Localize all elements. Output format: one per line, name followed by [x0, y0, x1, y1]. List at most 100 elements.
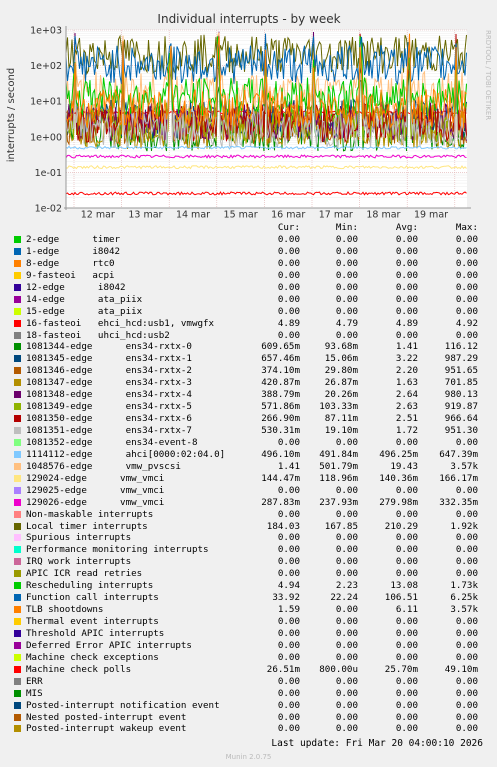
last-update: Last update: Fri Mar 20 04:00:10 2026 — [271, 738, 483, 749]
legend-swatch — [14, 427, 21, 434]
legend-row: 1081351-edge ens34-rxtx-7 530.31m 19.10m 1.… — [0, 425, 497, 437]
legend-avg: 0.00 — [395, 305, 418, 317]
legend-max: 0.00 — [455, 532, 478, 544]
legend-min: 0.00 — [335, 329, 358, 341]
legend-min: 0.00 — [335, 568, 358, 580]
x-tick-label: 19 mar — [414, 210, 448, 221]
legend-row: 1081350-edge ens34-rxtx-6 266.90m 87.11m 2.… — [0, 413, 497, 425]
legend-max: 647.39m — [439, 448, 478, 460]
legend-avg: 0.00 — [395, 627, 418, 639]
legend-swatch — [14, 701, 21, 709]
legend-cur: 4.94 — [277, 580, 300, 592]
legend-cur: 144.47m — [261, 472, 300, 484]
legend-max: 0.00 — [455, 329, 478, 341]
legend-avg: 1.72 — [395, 425, 418, 436]
legend-label: Performance monitoring interrupts — [26, 544, 209, 556]
legend-avg: 4.89 — [395, 317, 418, 329]
legend-max: 0.00 — [455, 269, 478, 281]
legend-cur: 1.41 — [277, 460, 300, 472]
legend-cur: 0.00 — [277, 675, 300, 687]
legend-max: 3.57k — [450, 460, 478, 472]
legend-min: 0.00 — [335, 257, 358, 269]
legend-max: 6.25k — [450, 592, 478, 604]
legend-min: 0.00 — [335, 699, 358, 711]
legend-cur: 0.00 — [277, 234, 300, 245]
legend-min: 0.00 — [335, 675, 358, 687]
legend-min: 0.00 — [335, 651, 358, 663]
legend-min: 29.80m — [324, 365, 358, 377]
legend-avg: 496.25m — [379, 448, 418, 460]
legend-swatch — [14, 629, 21, 637]
legend-row: Deferred Error APIC interrupts 0.00 0.00 0.… — [0, 640, 497, 652]
legend-min: 0.00 — [335, 616, 358, 627]
legend-max: 701.85 — [444, 377, 478, 389]
legend-min: 0.00 — [335, 281, 358, 293]
legend-label: 1081349-edge ens34-rxtx-5 — [26, 401, 192, 413]
header-avg: Avg: — [395, 222, 418, 233]
legend-row: 1081345-edge ens34-rxtx-1 657.46m 15.06m 3.… — [0, 353, 497, 365]
legend-avg: 140.36m — [379, 472, 418, 484]
legend-label: 1081344-edge ens34-rxtx-0 — [26, 341, 192, 353]
legend-min: 237.93m — [319, 496, 358, 508]
legend-avg: 0.00 — [395, 245, 418, 257]
legend-label: Machine check polls — [26, 663, 132, 675]
legend-label: Function call interrupts — [26, 592, 159, 604]
legend-min: 167.85 — [324, 520, 358, 532]
legend-rows: 2-edge timer 0.00 0.00 0.00 0.00 1-edge i8042… — [0, 234, 497, 735]
legend-row: 8-edge rtc0 0.00 0.00 0.00 0.00 — [0, 258, 497, 270]
legend-row: 1114112-edge ahci[0000:02:04.0] 496.10m 49… — [0, 449, 497, 461]
legend-swatch — [14, 534, 21, 542]
legend-row: Spurious interrupts 0.00 0.00 0.00 0.00 — [0, 532, 497, 544]
legend-row: ERR 0.00 0.00 0.00 0.00 — [0, 676, 497, 688]
legend-max: 0.00 — [455, 234, 478, 245]
legend-avg: 19.43 — [390, 460, 418, 472]
legend-cur: 657.46m — [261, 353, 300, 365]
legend-max: 1.92k — [450, 520, 478, 532]
x-tick-label: 14 mar — [176, 210, 210, 221]
legend-avg: 0.00 — [395, 329, 418, 341]
legend-avg: 0.00 — [395, 269, 418, 281]
legend-avg: 3.22 — [395, 353, 418, 365]
legend-swatch — [14, 498, 21, 506]
legend-cur: 0.00 — [277, 245, 300, 257]
legend-cur: 0.00 — [277, 544, 300, 556]
legend-min: 118.96m — [319, 472, 358, 484]
legend-avg: 2.51 — [395, 413, 418, 425]
legend-min: 0.00 — [335, 556, 358, 568]
legend-min: 501.79m — [319, 460, 358, 472]
legend-label: 129025-edge vmw_vmci — [26, 484, 165, 496]
legend-swatch — [14, 403, 21, 411]
legend-label: 1081346-edge ens34-rxtx-2 — [26, 365, 192, 377]
legend-label: MIS — [26, 687, 43, 699]
legend-cur: 0.00 — [277, 257, 300, 269]
legend-label: Rescheduling interrupts — [26, 580, 154, 592]
legend-row: Machine check exceptions 0.00 0.00 0.00 0.00 — [0, 652, 497, 664]
legend-swatch — [14, 618, 21, 625]
legend-label: Spurious interrupts — [26, 532, 132, 544]
legend-max: 0.00 — [455, 627, 478, 639]
legend-label: 16-fasteoi ehci_hcd:usb1, vmwgfx — [26, 317, 215, 329]
legend-min: 0.00 — [335, 687, 358, 699]
legend-min: 87.11m — [324, 413, 358, 425]
legend-cur: 0.00 — [277, 508, 300, 520]
legend-label: 18-fasteoi uhci_hcd:usb2 — [26, 329, 170, 341]
legend-avg: 0.00 — [395, 616, 418, 627]
legend-cur: 0.00 — [277, 639, 300, 651]
legend-row: 1081344-edge ens34-rxtx-0 609.65m 93.68m 1.… — [0, 341, 497, 353]
legend-row: 15-edge ata_piix 0.00 0.00 0.00 0.00 — [0, 306, 497, 318]
y-tick-label: 1e-01 — [35, 168, 62, 179]
legend-swatch — [14, 486, 21, 494]
legend-swatch — [14, 474, 21, 482]
legend-row: 1081348-edge ens34-rxtx-4 388.79m 20.26m 2.… — [0, 389, 497, 401]
legend-cur: 0.00 — [277, 556, 300, 568]
legend-cur: 420.87m — [261, 377, 300, 389]
legend-row: 1081347-edge ens34-rxtx-3 420.87m 26.87m 1.… — [0, 377, 497, 389]
legend-label: Posted-interrupt notification event — [26, 699, 220, 711]
legend-min: 0.00 — [335, 269, 358, 281]
legend-max: 0.00 — [455, 281, 478, 293]
legend-min: 0.00 — [335, 639, 358, 651]
legend-row: 12-edge i8042 0.00 0.00 0.00 0.00 — [0, 282, 497, 294]
legend-avg: 0.00 — [395, 532, 418, 544]
legend-max: 951.30 — [444, 425, 478, 436]
legend-swatch — [14, 558, 21, 566]
